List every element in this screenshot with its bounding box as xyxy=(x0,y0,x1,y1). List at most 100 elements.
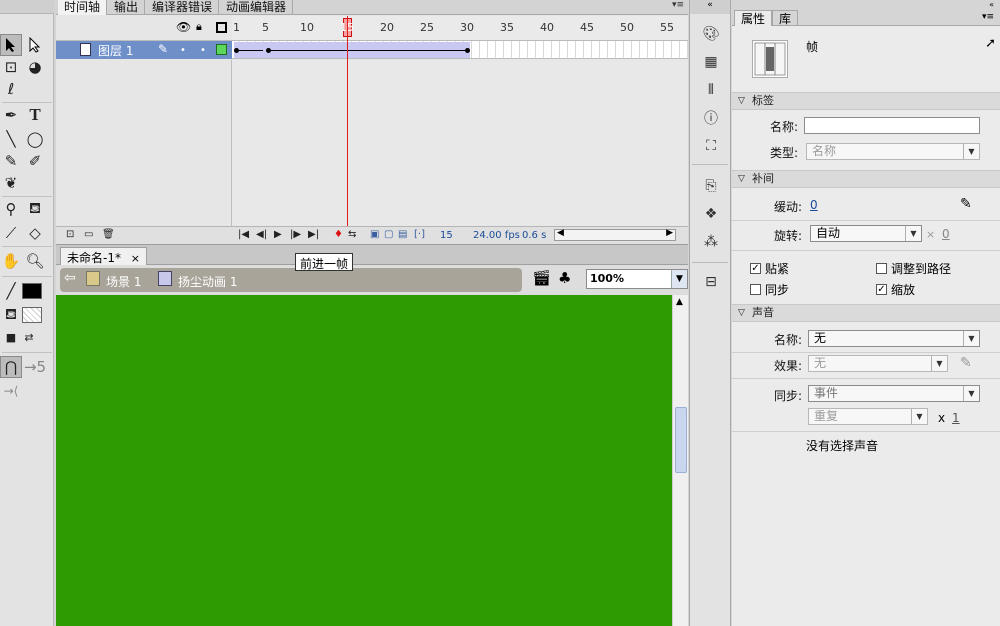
horizontal-scrollbar[interactable]: ◀ ▶ xyxy=(554,228,676,241)
onion-skin-icon[interactable]: ▣ xyxy=(370,229,379,240)
edit-multiple-icon[interactable]: ▤ xyxy=(398,229,407,240)
sound-name-select[interactable]: 无 ▼ xyxy=(808,330,980,347)
last-frame-icon[interactable]: ▶| xyxy=(308,229,319,240)
snap-checkbox[interactable]: ✓ 贴紧 xyxy=(750,260,789,277)
modify-markers-icon[interactable]: [·] xyxy=(414,229,425,240)
tools-grip[interactable] xyxy=(0,0,54,14)
tab-compiler-errors[interactable]: 编译器错误 xyxy=(146,0,220,15)
components-panel-icon[interactable]: ❖ xyxy=(701,204,721,224)
delete-layer-icon[interactable]: 🗑︎ xyxy=(102,229,115,240)
bone-tool-icon[interactable]: ⚲ xyxy=(0,198,22,220)
help-icon[interactable]: ➚ xyxy=(985,36,996,51)
tab-library[interactable]: 库 xyxy=(772,10,799,26)
back-arrow-icon[interactable]: ⇦ xyxy=(64,270,76,286)
sound-sync-select[interactable]: 事件 ▼ xyxy=(808,385,980,402)
panel-menu-icon[interactable]: ▾≡ xyxy=(982,12,994,22)
edit-symbols-icon[interactable]: ♣ xyxy=(558,269,571,287)
scale-checkbox[interactable]: ✓ 缩放 xyxy=(876,281,915,298)
align-panel-icon[interactable]: ⫴ xyxy=(701,80,721,100)
first-frame-icon[interactable]: |◀ xyxy=(238,229,249,240)
pen-tool-icon[interactable]: ✒ xyxy=(0,104,22,126)
subselection-tool-icon[interactable] xyxy=(24,34,46,56)
breadcrumb-symbol[interactable]: 扬尘动画 1 xyxy=(178,273,237,290)
stroke-color-icon[interactable]: ╱ xyxy=(0,280,22,302)
lasso-tool-icon[interactable]: ℓ xyxy=(0,78,22,100)
close-tab-icon[interactable]: × xyxy=(131,252,140,265)
onion-outline-icon[interactable]: ▢ xyxy=(384,229,393,240)
edit-scene-icon[interactable]: 🎬︎ xyxy=(532,269,551,287)
repeat-count[interactable]: 1 xyxy=(952,411,960,425)
scroll-left-icon[interactable]: ◀ xyxy=(557,228,564,238)
scroll-thumb[interactable] xyxy=(675,407,687,473)
layer-row[interactable]: 图层 1 ✎ • • xyxy=(56,41,232,59)
eyedropper-tool-icon[interactable]: ⟋ xyxy=(0,222,22,244)
motion-presets-icon[interactable]: ⁂ xyxy=(701,232,721,252)
current-frame-value[interactable]: 15 xyxy=(440,230,453,241)
section-label[interactable]: ▽ 标签 xyxy=(732,92,1000,110)
stroke-color-swatch[interactable] xyxy=(22,283,42,299)
collapse-icon[interactable]: « xyxy=(690,0,730,14)
straighten-icon[interactable]: →⟨ xyxy=(0,380,22,402)
scroll-right-icon[interactable]: ▶ xyxy=(666,228,673,238)
color-panel-icon[interactable]: 🎨︎ xyxy=(701,24,721,44)
outline-all-icon[interactable] xyxy=(216,22,227,33)
pencil-tool-icon[interactable]: ✎ xyxy=(0,150,22,172)
sync-checkbox[interactable]: 同步 xyxy=(750,281,789,298)
tab-properties[interactable]: 属性 xyxy=(734,10,773,26)
sound-repeat-select[interactable]: 重复 ▼ xyxy=(808,408,928,425)
brush-tool-icon[interactable]: ✐ xyxy=(24,150,46,172)
selection-tool-icon[interactable] xyxy=(0,34,22,56)
vertical-scrollbar[interactable]: ▲ xyxy=(672,295,688,626)
paint-bucket-tool-icon[interactable]: ⛾ xyxy=(24,198,46,220)
keyframe[interactable] xyxy=(465,48,470,53)
collapse-icon[interactable]: « xyxy=(732,0,1000,10)
info-panel-icon[interactable]: ⓘ xyxy=(701,108,721,128)
eraser-tool-icon[interactable]: ◇ xyxy=(24,222,46,244)
frame-ruler[interactable]: 1 5 10 15 20 25 30 35 40 45 50 55 xyxy=(232,16,688,41)
tab-timeline[interactable]: 时间轴 xyxy=(58,0,108,15)
orient-to-path-checkbox[interactable]: 调整到路径 xyxy=(876,260,951,277)
frames-row[interactable] xyxy=(232,41,688,59)
breadcrumb-scene[interactable]: 场景 1 xyxy=(106,273,141,290)
edit-sound-pencil-icon[interactable]: ✎ xyxy=(960,355,972,371)
next-frame-icon[interactable]: |▶ xyxy=(290,229,301,240)
smooth-icon[interactable]: →5 xyxy=(24,356,46,378)
elapsed-time-value[interactable]: 0.6 s xyxy=(522,230,546,241)
new-folder-icon[interactable]: ▭ xyxy=(84,229,93,240)
ease-value[interactable]: 0 xyxy=(810,198,818,212)
show-hide-all-icon[interactable]: 👁︎ xyxy=(176,20,191,34)
swap-colors-icon[interactable]: ⇄ xyxy=(18,326,40,348)
prev-frame-icon[interactable]: ◀| xyxy=(256,229,267,240)
zoom-select[interactable]: 100% ▼ xyxy=(586,269,688,289)
tab-motion-editor[interactable]: 动画编辑器 xyxy=(220,0,294,15)
lock-dot[interactable]: • xyxy=(200,45,206,56)
3d-rotation-tool-icon[interactable]: ◕ xyxy=(24,56,46,78)
play-icon[interactable]: ▶ xyxy=(274,229,282,240)
layer-name[interactable]: 图层 1 xyxy=(98,42,133,59)
lock-all-icon[interactable]: 🔒︎ xyxy=(196,20,202,34)
zoom-tool-icon[interactable]: 🔍︎ xyxy=(24,250,46,272)
library-panel-icon[interactable]: ⊟ xyxy=(701,272,721,292)
stage-canvas[interactable] xyxy=(56,295,672,626)
deco-tool-icon[interactable]: ❦ xyxy=(0,172,22,194)
visibility-dot[interactable]: • xyxy=(180,45,186,56)
section-sound[interactable]: ▽ 声音 xyxy=(732,304,1000,322)
document-tab[interactable]: 未命名-1* × xyxy=(60,247,148,265)
sound-effect-select[interactable]: 无 ▼ xyxy=(808,355,948,372)
fill-color-swatch[interactable] xyxy=(22,307,42,323)
fps-value[interactable]: 24.00 fps xyxy=(473,230,520,241)
label-name-input[interactable] xyxy=(804,117,980,134)
scroll-up-icon[interactable]: ▲ xyxy=(676,297,683,307)
swatches-panel-icon[interactable]: ▦ xyxy=(701,52,721,72)
outline-color-icon[interactable] xyxy=(216,44,227,55)
center-frame-icon[interactable]: ♦ xyxy=(334,229,343,240)
section-tween[interactable]: ▽ 补间 xyxy=(732,170,1000,188)
panel-menu-icon[interactable]: ▾≡ xyxy=(672,0,684,10)
new-layer-icon[interactable]: ⊡ xyxy=(66,229,74,240)
oval-tool-icon[interactable]: ◯ xyxy=(24,128,46,150)
transform-panel-icon[interactable]: ⛶ xyxy=(701,136,721,156)
fill-color-icon[interactable]: ⛾ xyxy=(0,304,22,326)
code-snippets-icon[interactable]: ⎘ xyxy=(701,176,721,196)
line-tool-icon[interactable]: ╲ xyxy=(0,128,22,150)
hand-tool-icon[interactable]: ✋ xyxy=(0,250,22,272)
